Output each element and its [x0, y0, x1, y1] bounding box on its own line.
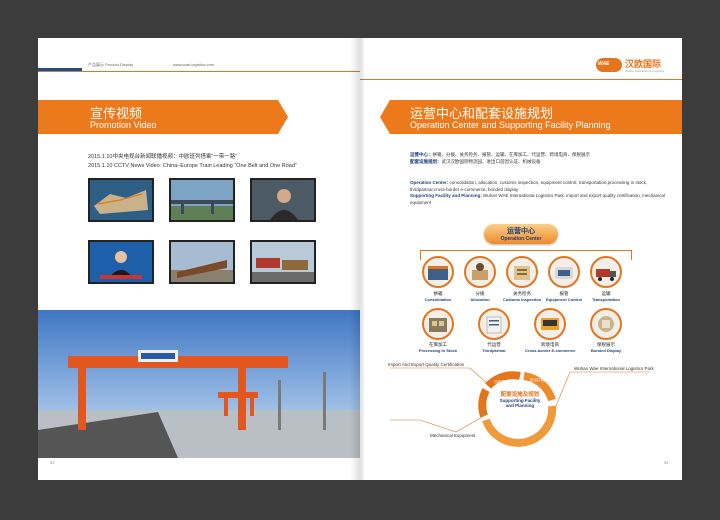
news-anchor-image-icon: [90, 242, 152, 282]
bridge-image-icon: [171, 180, 233, 220]
header-rule: [38, 71, 360, 72]
equipment-control-icon: [548, 256, 580, 288]
item-en-bonded: Bonded Display: [590, 348, 622, 353]
facility-ring-diagram: [390, 367, 650, 447]
allocation-icon: [464, 256, 496, 288]
logo-mark-icon: WAE: [596, 58, 622, 72]
facility-center-label: 配套设施及规划 Supporting Facility and Planning: [499, 392, 541, 408]
cn-description: 运营中心：拼箱、分拨、关务检务、报管、运输、在库加工、代运营、跨境电商、保税展示…: [410, 152, 590, 164]
item-en-ecommerce: Cross-border E-commerce: [525, 348, 576, 353]
book-spine-shadow: [350, 38, 364, 480]
company-logo: WAE 汉欧国际 Wuhan Asia Europe Logistics: [596, 58, 666, 74]
section-title-en-right: Operation Center and Supporting Facility…: [410, 120, 611, 130]
consolidation-icon: [422, 256, 454, 288]
header-url: www.wae-logistics.com: [173, 62, 215, 67]
containers-image-icon: [252, 242, 314, 282]
ring-segment-mechanical: 机械设备: [512, 420, 526, 424]
section-banner-operation: 运营中心和配套设施规划 Operation Center and Support…: [380, 100, 682, 134]
banner-notch: [278, 100, 288, 134]
label-logistics-park: Wuhan Wae International Logistics Park: [574, 366, 654, 371]
interview-image-icon: [252, 180, 314, 220]
train-image-icon: [171, 242, 233, 282]
item-en-thirdpartnar: Thirdpartnar: [482, 348, 506, 353]
video-thumbnail-anchor[interactable]: [88, 240, 154, 284]
video-thumbnail-map[interactable]: [88, 178, 154, 222]
video-thumbnail-containers[interactable]: [250, 240, 316, 284]
page-number-right: 54: [664, 460, 669, 465]
label-quality-certification: Import And Export Quality Certification: [388, 362, 465, 367]
section-banner-video: 宣传视频 Promotion Video: [38, 100, 288, 134]
processing-in-stock-icon: [422, 308, 454, 340]
item-en-transportation: Transportation: [591, 297, 620, 302]
item-en-processing: Processing In Stock: [418, 348, 458, 353]
left-page: 产品展示 Product Display www.wae-logistics.c…: [38, 38, 360, 480]
bonded-display-icon: [590, 308, 622, 340]
en-description: Operation Center: consolidation, allocat…: [410, 180, 665, 205]
customs-inspection-icon: [506, 256, 538, 288]
thirdpartnar-icon: [478, 308, 510, 340]
banner-notch-right: [380, 100, 390, 134]
cross-border-ecommerce-icon: [534, 308, 566, 340]
label-mechanical-equipment: Mechanical Equipment: [430, 433, 476, 438]
ring-segment-park: 汉欧国际物流园: [494, 380, 519, 384]
ring-segment-quality: 进出口首因认证: [530, 378, 555, 382]
logo-subtitle: Wuhan Asia Europe Logistics: [625, 69, 664, 73]
right-page: WAE 汉欧国际 Wuhan Asia Europe Logistics 运营中…: [360, 38, 682, 480]
video-thumbnail-interview[interactable]: [250, 178, 316, 222]
header-rule-right: [360, 79, 682, 80]
gantry-crane-photo: [38, 310, 360, 458]
video-thumbnail-bridge[interactable]: [169, 178, 235, 222]
video-caption-cn: 2015.1.10中央电视台新闻联播视频：中欧班列搭乘“一带一路”: [88, 154, 238, 160]
page-number-left: 53: [50, 460, 55, 465]
transportation-icon: [590, 256, 622, 288]
header-section-label: 产品展示 Product Display: [88, 62, 134, 67]
video-caption-en: 2015.1.10 CCTV News Video: China–Europe …: [88, 163, 297, 169]
video-thumbnail-train[interactable]: [169, 240, 235, 284]
section-title-en: Promotion Video: [90, 120, 157, 130]
operation-center-title: 运营中心 Operation Center: [484, 224, 558, 244]
gantry-crane-icon: [38, 310, 360, 458]
map-image-icon: [90, 180, 152, 220]
